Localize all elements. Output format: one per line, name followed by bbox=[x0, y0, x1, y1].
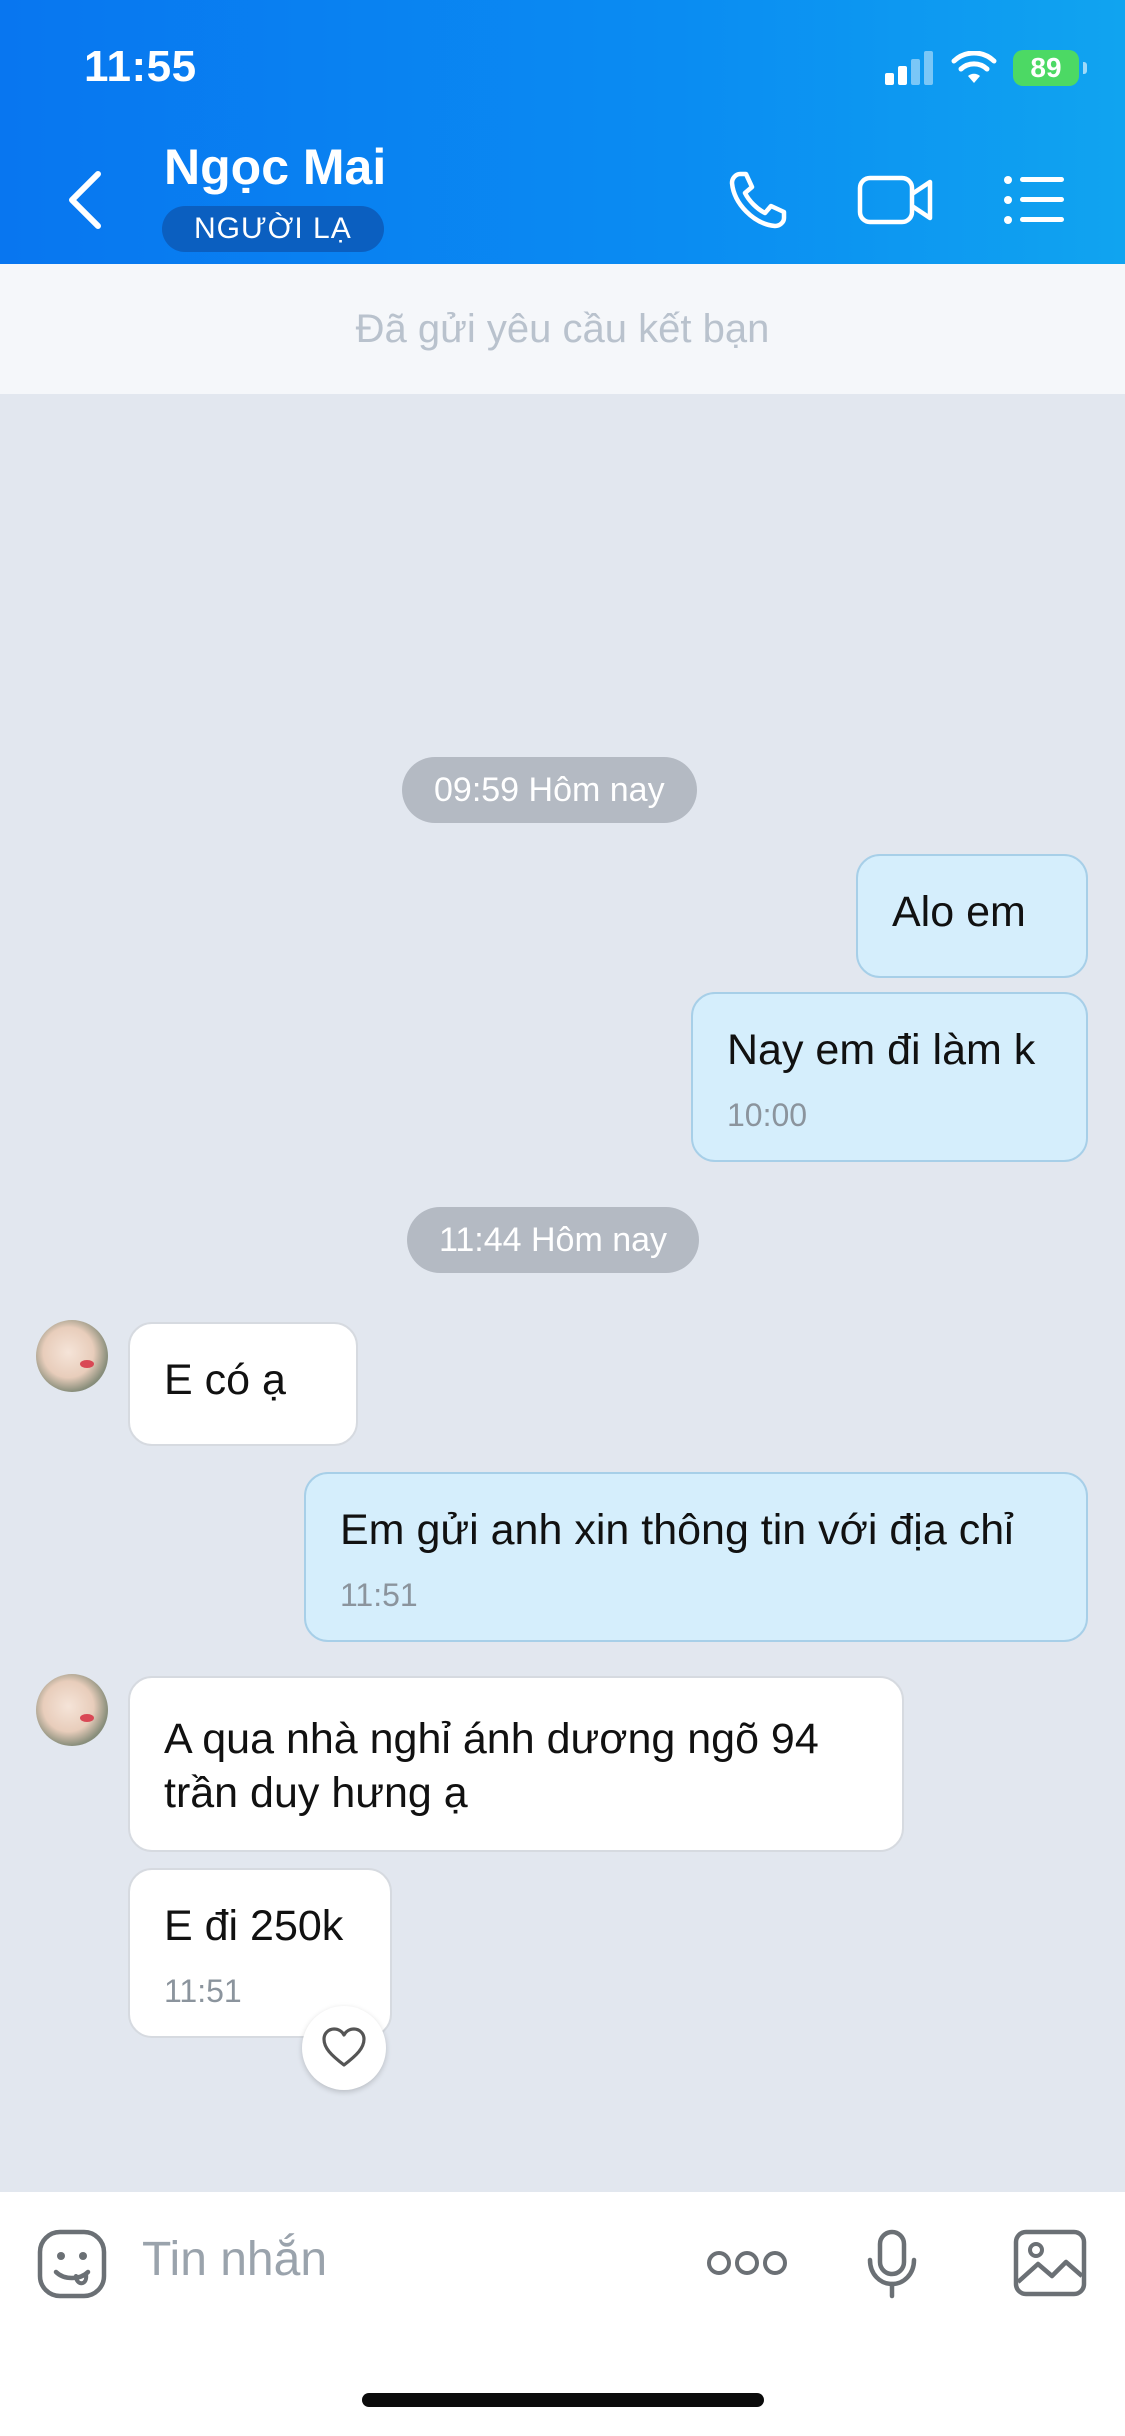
friend-request-banner: Đã gửi yêu cầu kết bạn bbox=[0, 264, 1125, 394]
message-text: E đi 250k bbox=[164, 1902, 344, 1950]
contact-name[interactable]: Ngọc Mai bbox=[164, 138, 386, 196]
outgoing-message[interactable]: Em gửi anh xin thông tin với địa chỉ 11:… bbox=[304, 1472, 1088, 1642]
timestamp-chip: 09:59 Hôm nay bbox=[402, 757, 697, 823]
microphone-icon[interactable] bbox=[866, 2228, 918, 2300]
home-indicator[interactable] bbox=[362, 2393, 764, 2407]
message-input[interactable]: Tin nhắn bbox=[142, 2232, 327, 2287]
back-icon[interactable] bbox=[60, 168, 110, 232]
signal-icon bbox=[885, 51, 933, 85]
incoming-message[interactable]: E có ạ bbox=[128, 1322, 358, 1446]
outgoing-message[interactable]: Alo em bbox=[856, 854, 1088, 978]
timestamp-chip: 11:44 Hôm nay bbox=[407, 1207, 700, 1273]
incoming-message[interactable]: A qua nhà nghỉ ánh dương ngõ 94 trần duy… bbox=[128, 1676, 904, 1852]
more-options-icon[interactable] bbox=[706, 2248, 788, 2278]
battery-icon: 89 bbox=[1013, 50, 1087, 86]
wifi-icon bbox=[951, 51, 997, 83]
message-text: A qua nhà nghỉ ánh dương ngõ 94 trần duy… bbox=[164, 1715, 819, 1817]
message-time: 10:00 bbox=[727, 1097, 808, 1133]
sticker-icon[interactable] bbox=[36, 2228, 108, 2300]
message-text: Alo em bbox=[892, 888, 1026, 936]
chat-header: 11:55 89 Ngọc Mai NGƯỜI LẠ bbox=[0, 0, 1125, 264]
message-time: 11:51 bbox=[340, 1577, 418, 1613]
image-gallery-icon[interactable] bbox=[1012, 2228, 1088, 2298]
message-time: 11:51 bbox=[164, 1973, 242, 2009]
avatar[interactable] bbox=[36, 1320, 108, 1392]
heart-icon bbox=[322, 2027, 366, 2067]
video-call-icon[interactable] bbox=[856, 168, 934, 232]
stranger-badge: NGƯỜI LẠ bbox=[162, 206, 384, 252]
message-text: Nay em đi làm k bbox=[727, 1026, 1036, 1074]
message-text: Em gửi anh xin thông tin với địa chỉ bbox=[340, 1506, 1014, 1554]
phone-call-icon[interactable] bbox=[726, 168, 790, 232]
status-time: 11:55 bbox=[84, 42, 197, 91]
message-text: E có ạ bbox=[164, 1356, 286, 1404]
menu-list-icon[interactable] bbox=[1002, 168, 1066, 232]
heart-reaction-button[interactable] bbox=[302, 2006, 386, 2090]
outgoing-message[interactable]: Nay em đi làm k 10:00 bbox=[691, 992, 1088, 1162]
avatar[interactable] bbox=[36, 1674, 108, 1746]
battery-level: 89 bbox=[1030, 52, 1062, 83]
status-indicators: 89 bbox=[885, 48, 1087, 88]
